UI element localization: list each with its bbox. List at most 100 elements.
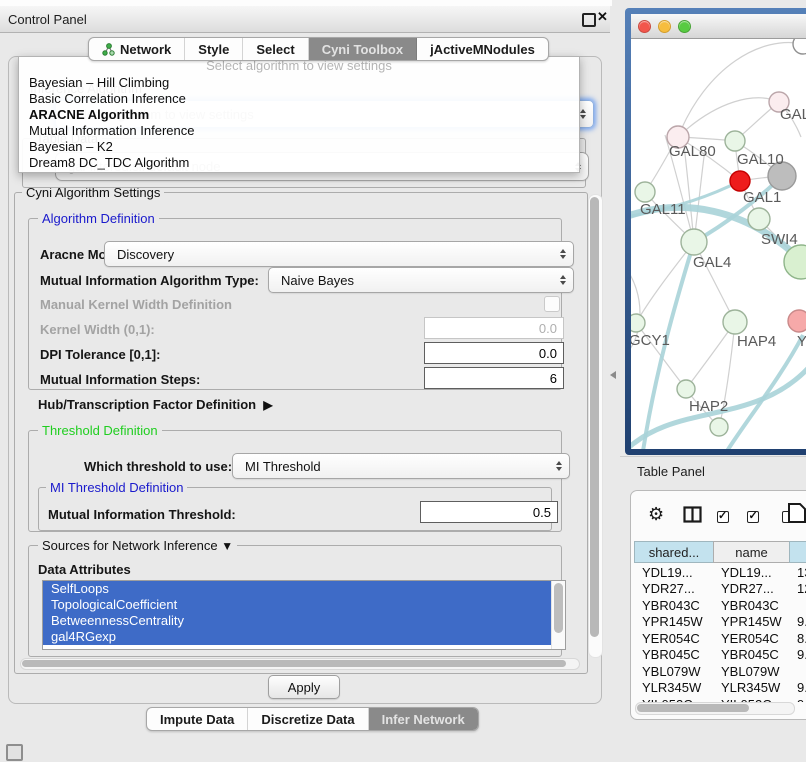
split-panel-icon[interactable] <box>683 506 702 523</box>
tab-network[interactable]: Network <box>89 38 185 60</box>
data-attribute-item[interactable]: SelfLoops <box>43 581 559 597</box>
network-graph: GALGAL80GAL10GAL1GAL11GAL4SWI4GCY1HAP4YH… <box>631 39 806 449</box>
tab-label: Discretize Data <box>261 712 354 727</box>
select-all-icon[interactable] <box>747 511 759 523</box>
aracne-mode-combo[interactable]: Discovery <box>104 241 574 267</box>
dpi-tolerance-field[interactable]: 0.0 <box>424 342 564 364</box>
algorithm-popup-item[interactable]: Dream8 DC_TDC Algorithm <box>19 155 579 171</box>
table-row[interactable]: YDR27...YDR27...12 <box>635 581 806 598</box>
algorithm-popup-item[interactable]: Mutual Information Inference <box>19 123 579 139</box>
network-node[interactable] <box>793 39 806 54</box>
table-cell: YDL19... <box>714 565 790 580</box>
network-node[interactable] <box>631 314 645 332</box>
tab-label: Infer Network <box>382 712 465 727</box>
tab-label: Select <box>256 42 294 57</box>
tab-jactivemnodules[interactable]: jActiveMNodules <box>417 38 548 60</box>
table-cell: 8. <box>790 631 806 646</box>
scrollbar-thumb[interactable] <box>637 704 749 712</box>
sources-group-title[interactable]: Sources for Network Inference ▼ <box>38 538 237 554</box>
algorithm-definition-title: Algorithm Definition <box>38 211 159 226</box>
network-node[interactable] <box>730 171 750 191</box>
network-canvas[interactable]: GALGAL80GAL10GAL1GAL11GAL4SWI4GCY1HAP4YH… <box>631 39 806 449</box>
collapsed-arrow-icon[interactable]: ▶ <box>263 398 272 412</box>
gear-icon[interactable]: ⚙ <box>648 505 664 523</box>
table-column-header[interactable]: shared... <box>634 541 714 563</box>
table-horizontal-scrollbar[interactable] <box>635 702 795 715</box>
network-node[interactable] <box>723 310 747 334</box>
tab-cyni-toolbox[interactable]: Cyni Toolbox <box>309 38 417 60</box>
data-attributes-list: SelfLoopsTopologicalCoefficientBetweenne… <box>42 580 566 650</box>
table-row[interactable]: YDL19...YDL19...13 <box>635 564 806 581</box>
mi-steps-label: Mutual Information Steps: <box>40 372 200 387</box>
which-threshold-combo[interactable]: MI Threshold <box>232 453 570 479</box>
table-row[interactable]: YBR045CYBR045C9. <box>635 647 806 664</box>
network-window-titlebar[interactable] <box>631 14 806 39</box>
float-panel-icon[interactable] <box>582 13 596 27</box>
collapsed-panel-icon[interactable] <box>6 744 23 761</box>
network-node-label: HAP4 <box>737 333 776 350</box>
table-cell: YPR145W <box>714 614 790 629</box>
close-window-icon[interactable] <box>638 20 651 33</box>
screenshot-root: Control Panel ✕ NetworkStyle Select Cyni T… <box>0 0 806 762</box>
algorithm-popup-item[interactable]: ARACNE Algorithm <box>19 107 579 123</box>
table-column-header[interactable]: A <box>789 541 806 563</box>
table-column-header[interactable]: name <box>713 541 790 563</box>
close-panel-icon[interactable]: ✕ <box>597 9 608 25</box>
table-cell: YBR043C <box>635 598 714 613</box>
data-attribute-item[interactable]: gal4RGexp <box>43 629 559 645</box>
data-attribute-item[interactable]: BetweennessCentrality <box>43 613 559 629</box>
network-node[interactable] <box>681 229 707 255</box>
expanded-arrow-icon[interactable]: ▼ <box>221 539 233 553</box>
tab-select[interactable]: Select <box>243 38 308 60</box>
tab-style[interactable]: Style <box>185 38 243 60</box>
network-edge <box>727 335 803 449</box>
data-attributes-label: Data Attributes <box>38 562 131 577</box>
table-row[interactable]: YER054CYER054C8. <box>635 630 806 647</box>
network-node[interactable] <box>725 131 745 151</box>
algorithm-dropdown-popup: Select algorithm to view settingsBayesia… <box>18 56 580 173</box>
data-attribute-item[interactable]: TopologicalCoefficient <box>43 597 559 613</box>
network-node[interactable] <box>677 380 695 398</box>
scrollbar-thumb[interactable] <box>22 660 566 667</box>
settings-horizontal-scrollbar[interactable] <box>20 658 580 670</box>
minimize-window-icon[interactable] <box>658 20 671 33</box>
table-cell: YDR27... <box>714 581 790 596</box>
new-table-icon[interactable] <box>787 502 806 524</box>
table-panel: ⚙ shared...nameA YDL19...YDL19...13YDR27… <box>630 490 806 720</box>
table-row[interactable]: YBL079WYBL079W <box>635 663 806 680</box>
algorithm-popup-item[interactable]: Basic Correlation Inference <box>19 91 579 107</box>
tab-discretize-data[interactable]: Discretize Data <box>248 708 368 730</box>
table-row[interactable]: YLR345WYLR345W9. <box>635 680 806 697</box>
network-node-label: SWI4 <box>761 231 798 248</box>
table-panel-title: Table Panel <box>637 464 705 479</box>
scrollbar-thumb[interactable] <box>554 583 563 633</box>
mi-steps-field[interactable]: 6 <box>424 367 564 389</box>
control-panel-title: Control Panel <box>8 12 87 27</box>
hub-section-label[interactable]: Hub/Transcription Factor Definition ▶ <box>38 397 273 412</box>
mi-type-combo[interactable]: Naive Bayes <box>268 267 574 293</box>
kernel-width-field[interactable]: 0.0 <box>424 317 564 339</box>
manual-kernel-checkbox[interactable] <box>544 296 560 312</box>
algorithm-popup-item[interactable]: Bayesian – K2 <box>19 139 579 155</box>
list-vertical-scrollbar[interactable] <box>551 581 565 649</box>
network-node[interactable] <box>635 182 655 202</box>
settings-vertical-scrollbar[interactable] <box>588 194 603 658</box>
mi-threshold-field[interactable]: 0.5 <box>420 501 558 523</box>
combo-stepper-icon <box>560 275 566 285</box>
scrollbar-thumb[interactable] <box>590 197 599 637</box>
tab-infer-network[interactable]: Infer Network <box>369 708 478 730</box>
panel-divider <box>620 456 806 457</box>
table-row[interactable]: YPR145WYPR145W9. <box>635 614 806 631</box>
table-row[interactable]: YBR043CYBR043C <box>635 597 806 614</box>
zoom-window-icon[interactable] <box>678 20 691 33</box>
network-node[interactable] <box>788 310 806 332</box>
select-all-icon[interactable] <box>717 511 729 523</box>
network-node[interactable] <box>748 208 770 230</box>
algorithm-popup-item[interactable]: Bayesian – Hill Climbing <box>19 75 579 91</box>
splitter-arrow-icon[interactable] <box>610 371 616 379</box>
network-node[interactable] <box>710 418 728 436</box>
table-cell: YBR045C <box>635 647 714 662</box>
tab-impute-data[interactable]: Impute Data <box>147 708 248 730</box>
apply-button[interactable]: Apply <box>268 675 340 699</box>
table-cell: YER054C <box>635 631 714 646</box>
